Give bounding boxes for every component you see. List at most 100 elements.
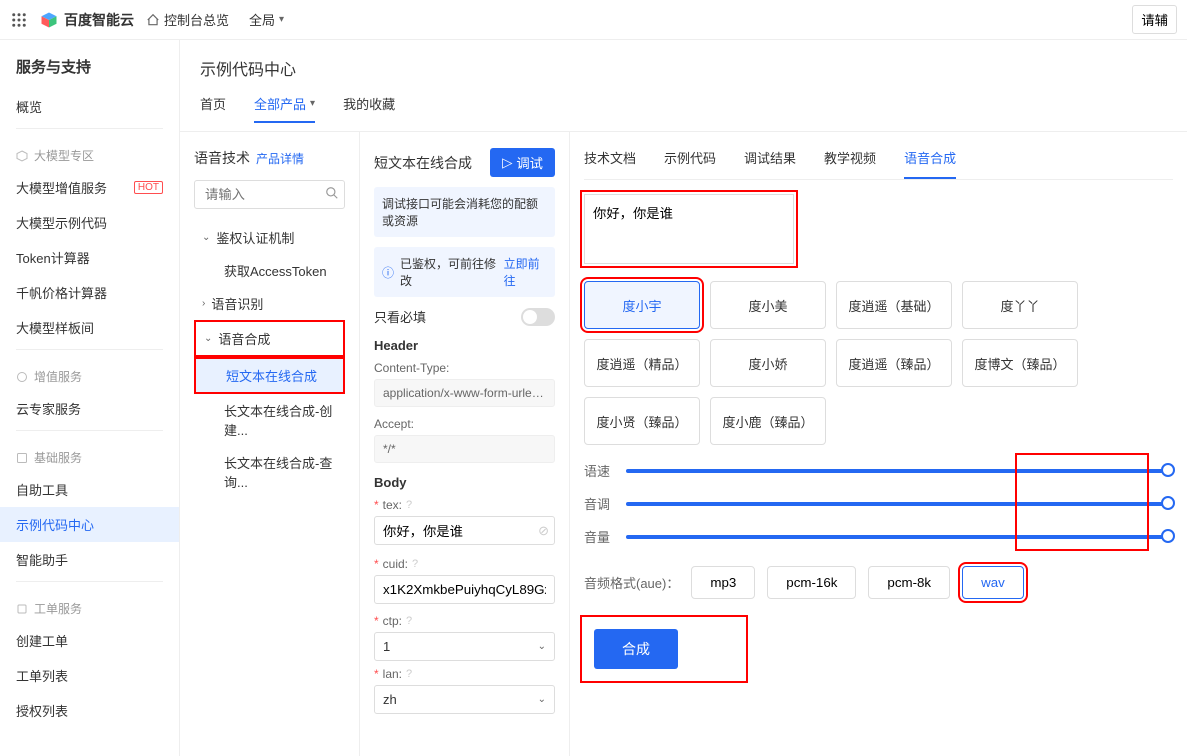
slider-thumb[interactable] — [1161, 529, 1175, 543]
voice-card-6[interactable]: 度逍遥（臻品） — [836, 339, 952, 387]
sidebar-item-samplecode[interactable]: 大模型示例代码 — [0, 205, 179, 240]
help-icon[interactable]: ? — [406, 668, 412, 680]
voice-card-2[interactable]: 度逍遥（基础） — [836, 281, 952, 329]
debug-button[interactable]: ▷调试 — [490, 148, 555, 177]
sidebar-item-ticket-auth[interactable]: 授权列表 — [0, 693, 179, 728]
format-wav[interactable]: wav — [962, 566, 1024, 599]
voice-card-1[interactable]: 度小美 — [710, 281, 826, 329]
subtab-result[interactable]: 调试结果 — [744, 142, 796, 179]
sidebar-item-assistant[interactable]: 智能助手 — [0, 542, 179, 577]
slider-speed-label: 语速 — [584, 461, 614, 480]
slider-thumb[interactable] — [1161, 496, 1175, 510]
chevron-down-icon: ⌄ — [538, 641, 546, 652]
tex-input[interactable] — [374, 516, 555, 545]
info-icon: ⓘ — [382, 264, 394, 281]
sidebar-section-valueadd: 增值服务 — [0, 354, 179, 391]
clear-icon[interactable]: ⊘ — [538, 523, 549, 539]
tree-leaf-token[interactable]: 获取AccessToken — [194, 254, 345, 287]
chevron-down-icon: ⌄ — [538, 694, 546, 705]
tree-leaf-long-query[interactable]: 长文本在线合成-查询... — [194, 446, 345, 498]
play-icon: ▷ — [502, 155, 512, 171]
help-icon[interactable]: ? — [406, 615, 412, 627]
subtab-docs[interactable]: 技术文档 — [584, 142, 636, 179]
apps-icon[interactable] — [10, 11, 28, 29]
synthesize-button[interactable]: 合成 — [594, 629, 678, 669]
sidebar-item-expert[interactable]: 云专家服务 — [0, 391, 179, 426]
sidebar-section-bigmodel: 大模型专区 — [0, 133, 179, 170]
help-icon[interactable]: ? — [412, 558, 418, 570]
sidebar-item-pricing[interactable]: 千帆价格计算器 — [0, 275, 179, 310]
console-link[interactable]: 控制台总览 — [146, 10, 229, 29]
voice-grid: 度小宇 度小美 度逍遥（基础） 度丫丫 度逍遥（精品） 度小娇 度逍遥（臻品） … — [584, 281, 1173, 445]
tree-node-asr[interactable]: ›语音识别 — [194, 287, 345, 320]
main-tabs: 首页 全部产品▾ 我的收藏 — [180, 88, 1187, 132]
tab-all-products[interactable]: 全部产品▾ — [254, 88, 315, 123]
lan-select[interactable]: zh⌄ — [374, 685, 555, 714]
tab-favorites[interactable]: 我的收藏 — [343, 88, 395, 123]
sidebar-section-ticket: 工单服务 — [0, 586, 179, 623]
search-icon[interactable] — [325, 186, 339, 203]
panel-title: 短文本在线合成 — [374, 153, 472, 173]
voice-card-4[interactable]: 度逍遥（精品） — [584, 339, 700, 387]
hot-badge: HOT — [134, 181, 163, 194]
chevron-down-icon: ⌄ — [204, 333, 212, 344]
sidebar-section-basic: 基础服务 — [0, 435, 179, 472]
accept-label: Accept: — [374, 417, 555, 431]
slider-speed[interactable] — [626, 469, 1173, 473]
sidebar-item-overview[interactable]: 概览 — [0, 89, 179, 124]
subtab-tts[interactable]: 语音合成 — [904, 142, 956, 179]
header-section: Header — [374, 338, 555, 353]
tts-text-input[interactable] — [584, 194, 794, 264]
voice-card-5[interactable]: 度小娇 — [710, 339, 826, 387]
voice-card-7[interactable]: 度博文（臻品） — [962, 339, 1078, 387]
product-detail-link[interactable]: 产品详情 — [256, 150, 304, 167]
sidebar-item-token[interactable]: Token计算器 — [0, 240, 179, 275]
sidebar-item-vas[interactable]: 大模型增值服务HOT — [0, 170, 179, 205]
auth-link[interactable]: 立即前往 — [504, 255, 547, 289]
voice-card-3[interactable]: 度丫丫 — [962, 281, 1078, 329]
chevron-down-icon: ▾ — [310, 98, 315, 109]
tree-node-auth[interactable]: ⌄鉴权认证机制 — [194, 221, 345, 254]
format-mp3[interactable]: mp3 — [691, 566, 755, 599]
request-panel: 短文本在线合成 ▷调试 调试接口可能会消耗您的配额或资源 ⓘ 已鉴权，可前往修改… — [360, 132, 570, 756]
cuid-input[interactable] — [374, 575, 555, 604]
slider-pitch[interactable] — [626, 502, 1173, 506]
format-pcm16k[interactable]: pcm-16k — [767, 566, 856, 599]
sidebar-item-codecenter[interactable]: 示例代码中心 — [0, 507, 179, 542]
tts-panel: 技术文档 示例代码 调试结果 教学视频 语音合成 度小宇 度小美 度逍遥（基础）… — [570, 132, 1187, 756]
sidebar-item-ticket-create[interactable]: 创建工单 — [0, 623, 179, 658]
auth-status: ⓘ 已鉴权，可前往修改 立即前往 — [374, 247, 555, 297]
format-pcm8k[interactable]: pcm-8k — [868, 566, 950, 599]
sub-tabs: 技术文档 示例代码 调试结果 教学视频 语音合成 — [584, 142, 1173, 180]
slider-volume[interactable] — [626, 535, 1173, 539]
slider-thumb[interactable] — [1161, 463, 1175, 477]
chevron-down-icon: ▾ — [279, 14, 284, 25]
ctp-select[interactable]: 1⌄ — [374, 632, 555, 661]
subtab-sample[interactable]: 示例代码 — [664, 142, 716, 179]
content-type-value: application/x-www-form-urlencoded — [374, 379, 555, 407]
brand-logo[interactable]: 百度智能云 — [40, 10, 134, 30]
tree-node-tts[interactable]: ⌄语音合成 — [196, 322, 343, 355]
voice-card-9[interactable]: 度小鹿（臻品） — [710, 397, 826, 445]
tree-search-input[interactable] — [194, 180, 345, 209]
only-required-toggle[interactable] — [521, 308, 555, 326]
sidebar-item-templates[interactable]: 大模型样板间 — [0, 310, 179, 345]
sidebar-item-selftools[interactable]: 自助工具 — [0, 472, 179, 507]
voice-card-8[interactable]: 度小贤（臻品） — [584, 397, 700, 445]
chevron-down-icon: ⌄ — [202, 232, 210, 243]
tab-home[interactable]: 首页 — [200, 88, 226, 123]
subtab-video[interactable]: 教学视频 — [824, 142, 876, 179]
help-icon[interactable]: ? — [406, 499, 412, 511]
tree-leaf-short-tts[interactable]: 短文本在线合成 — [196, 359, 343, 392]
slider-pitch-label: 音调 — [584, 494, 614, 513]
sliders: 语速 音调 音量 — [584, 461, 1173, 546]
format-row: 音频格式(aue)： mp3 pcm-16k pcm-8k wav — [584, 566, 1173, 599]
sidebar-item-ticket-list[interactable]: 工单列表 — [0, 658, 179, 693]
brand-text: 百度智能云 — [64, 10, 134, 30]
voice-card-0[interactable]: 度小宇 — [584, 281, 700, 329]
scope-selector[interactable]: 全局 ▾ — [241, 8, 292, 31]
tree-leaf-long-create[interactable]: 长文本在线合成-创建... — [194, 394, 345, 446]
content-type-label: Content-Type: — [374, 361, 555, 375]
product-tree: 语音技术 产品详情 ⌄鉴权认证机制 获取AccessToken ›语音识别 ⌄语… — [180, 132, 360, 756]
top-right-button[interactable]: 请辅 — [1132, 5, 1177, 34]
